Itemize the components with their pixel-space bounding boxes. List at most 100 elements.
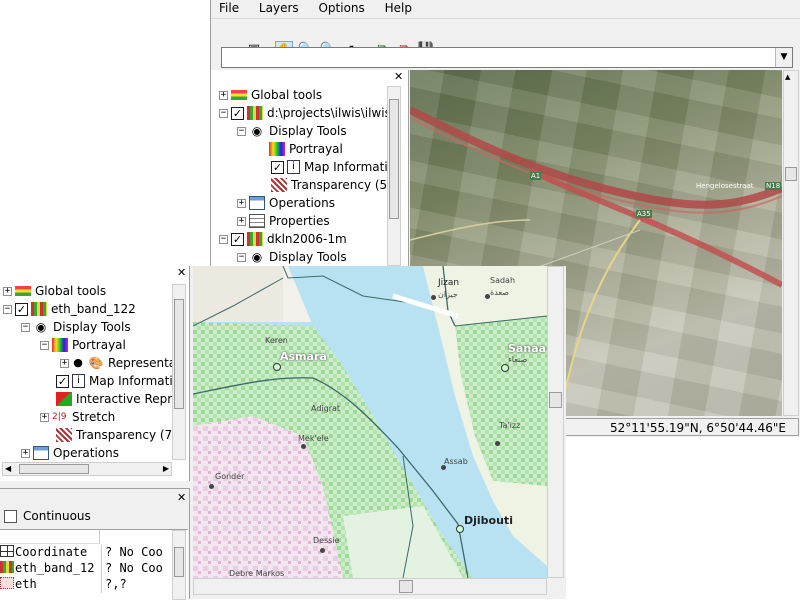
tree-scrollbar[interactable] <box>172 284 186 460</box>
tree-transparency[interactable]: Transparency (70) <box>56 426 185 444</box>
tree-label: Portrayal <box>72 338 126 352</box>
tree-operations[interactable]: + Operations <box>21 444 119 462</box>
tree-map-information[interactable]: ✓ i Map Informati <box>56 372 173 390</box>
road-label: N18 <box>765 182 782 190</box>
expand-icon[interactable]: + <box>21 448 30 458</box>
front-tree-panel: ✕ + Global tools − ✓ eth_band_122 − ◉ Di… <box>0 266 190 481</box>
scroll-up-arrow-icon[interactable]: ▲ <box>785 73 790 81</box>
tree-label: Transparency (53) <box>291 178 400 192</box>
tree-interactive-representation[interactable]: Interactive Repres <box>56 390 186 408</box>
menu-file[interactable]: File <box>219 1 239 15</box>
close-icon[interactable]: ✕ <box>394 70 403 83</box>
chevron-down-icon[interactable]: ▼ <box>775 48 792 67</box>
window-icon <box>33 446 49 460</box>
map-horizontal-scrollbar[interactable] <box>193 578 547 595</box>
tree-label: Interactive Repres <box>76 392 186 406</box>
layers-icon <box>231 90 247 100</box>
scroll-right-arrow-icon[interactable]: ▶ <box>163 464 169 473</box>
table-row[interactable]: eth ?,? <box>0 577 170 593</box>
tree-label: Operations <box>53 446 119 460</box>
tree-label: eth_band_122 <box>51 302 136 316</box>
tree-portrayal[interactable]: − Portrayal <box>40 336 126 354</box>
tree-operations[interactable]: + Operations <box>237 194 335 212</box>
menu-options[interactable]: Options <box>318 1 364 15</box>
tree-layer-2[interactable]: − ✓ dkln2006-1m <box>219 230 347 248</box>
map-vertical-scrollbar[interactable]: ▲ <box>783 70 799 416</box>
city-label: Assab <box>444 457 468 466</box>
map-hscroll-thumb[interactable] <box>399 580 413 593</box>
collapse-icon[interactable]: − <box>237 252 246 262</box>
continuous-checkbox[interactable] <box>4 509 17 523</box>
city-marker <box>495 441 500 446</box>
continuous-option[interactable]: Continuous <box>4 509 91 523</box>
close-icon[interactable]: ✕ <box>177 491 186 504</box>
tree-representation[interactable]: + ● 🎨 Representat <box>60 354 181 372</box>
close-icon[interactable]: ✕ <box>177 266 186 279</box>
layer-checkbox[interactable]: ✓ <box>15 302 28 316</box>
tree-portrayal[interactable]: Portrayal <box>269 140 343 158</box>
tree-global-tools[interactable]: + Global tools <box>3 282 106 300</box>
city-label: Adigrat <box>311 404 341 413</box>
map-vscroll-thumb[interactable] <box>785 167 797 181</box>
tree-horizontal-scrollbar[interactable]: ◀ ▶ <box>2 462 172 476</box>
tree-stretch[interactable]: + 2|9 Stretch <box>40 408 115 426</box>
pixel-info-table: Coordinate ? No Coo eth_band_12 ? No Coo… <box>0 529 188 600</box>
menu-help[interactable]: Help <box>385 1 412 15</box>
tree-hscroll-thumb[interactable] <box>19 464 89 474</box>
pixel-info-scrollbar[interactable] <box>172 530 186 600</box>
raster-map-icon <box>247 106 263 120</box>
table-row[interactable]: Coordinate ? No Coo <box>0 545 170 561</box>
city-marker <box>431 295 436 300</box>
map-vscroll-thumb[interactable] <box>549 392 562 408</box>
expand-icon[interactable]: + <box>60 358 69 368</box>
tree-display-tools-2[interactable]: − ◉ Display Tools <box>237 248 347 266</box>
tree-scrollbar-thumb[interactable] <box>174 299 184 409</box>
menu-layers[interactable]: Layers <box>259 1 299 15</box>
layer-checkbox[interactable]: ✓ <box>231 232 244 246</box>
tree-scrollbar[interactable] <box>387 86 401 266</box>
row-value: ? No Coo <box>101 561 163 577</box>
expand-icon[interactable]: + <box>237 216 246 226</box>
tree-global-tools[interactable]: + Global tools <box>219 86 322 104</box>
city-label: Djibouti <box>464 514 513 527</box>
tree-transparency[interactable]: Transparency (53) <box>271 176 400 194</box>
city-label: Keren <box>265 336 288 345</box>
tree-layer[interactable]: − ✓ eth_band_122 <box>3 300 136 318</box>
tree-map-information[interactable]: ✓ i Map Informati <box>271 158 388 176</box>
layers-icon <box>15 286 31 296</box>
collapse-icon[interactable]: − <box>237 126 246 136</box>
expand-icon[interactable]: + <box>237 198 246 208</box>
map-vertical-scrollbar[interactable] <box>547 266 564 578</box>
scroll-left-arrow-icon[interactable]: ◀ <box>5 464 11 473</box>
city-label: صنعاء <box>508 355 528 364</box>
map-info-checkbox[interactable]: ✓ <box>56 374 69 388</box>
collapse-icon[interactable]: − <box>21 322 30 332</box>
row-value: ?,? <box>101 577 127 593</box>
layer-checkbox[interactable]: ✓ <box>231 106 244 120</box>
capital-marker <box>456 525 464 533</box>
tree-properties[interactable]: + Properties <box>237 212 330 230</box>
table-row[interactable]: eth_band_12 ? No Coo <box>0 561 170 577</box>
tree-scrollbar-thumb[interactable] <box>389 99 399 219</box>
satellite-map[interactable]: Jizan جيزان Sadah صعدة Keren Asmara Sana… <box>193 266 547 578</box>
city-label: Mek'ele <box>298 434 329 443</box>
expand-icon[interactable]: + <box>3 286 12 296</box>
row-name: eth_band_12 <box>15 561 95 575</box>
tree-label: d:\projects\ilwis\ilwis <box>267 106 391 120</box>
map-info-checkbox[interactable]: ✓ <box>271 160 284 174</box>
collapse-icon[interactable]: − <box>3 304 12 314</box>
pixel-info-scroll-thumb[interactable] <box>174 547 184 577</box>
expand-icon[interactable]: + <box>219 90 228 100</box>
collapse-icon[interactable]: − <box>40 340 49 350</box>
capital-marker <box>501 364 509 372</box>
tree-display-tools[interactable]: − ◉ Display Tools <box>21 318 131 336</box>
radio-selected-icon[interactable]: ● <box>72 356 84 370</box>
expand-icon[interactable]: + <box>40 412 49 422</box>
city-marker <box>320 548 325 553</box>
tree-display-tools[interactable]: − ◉ Display Tools <box>237 122 347 140</box>
tree-layer-1[interactable]: − ✓ d:\projects\ilwis\ilwis <box>219 104 391 122</box>
interactive-icon <box>56 392 72 406</box>
collapse-icon[interactable]: − <box>219 234 228 244</box>
collapse-icon[interactable]: − <box>219 108 228 118</box>
layer-combo[interactable]: ▼ <box>221 47 793 68</box>
